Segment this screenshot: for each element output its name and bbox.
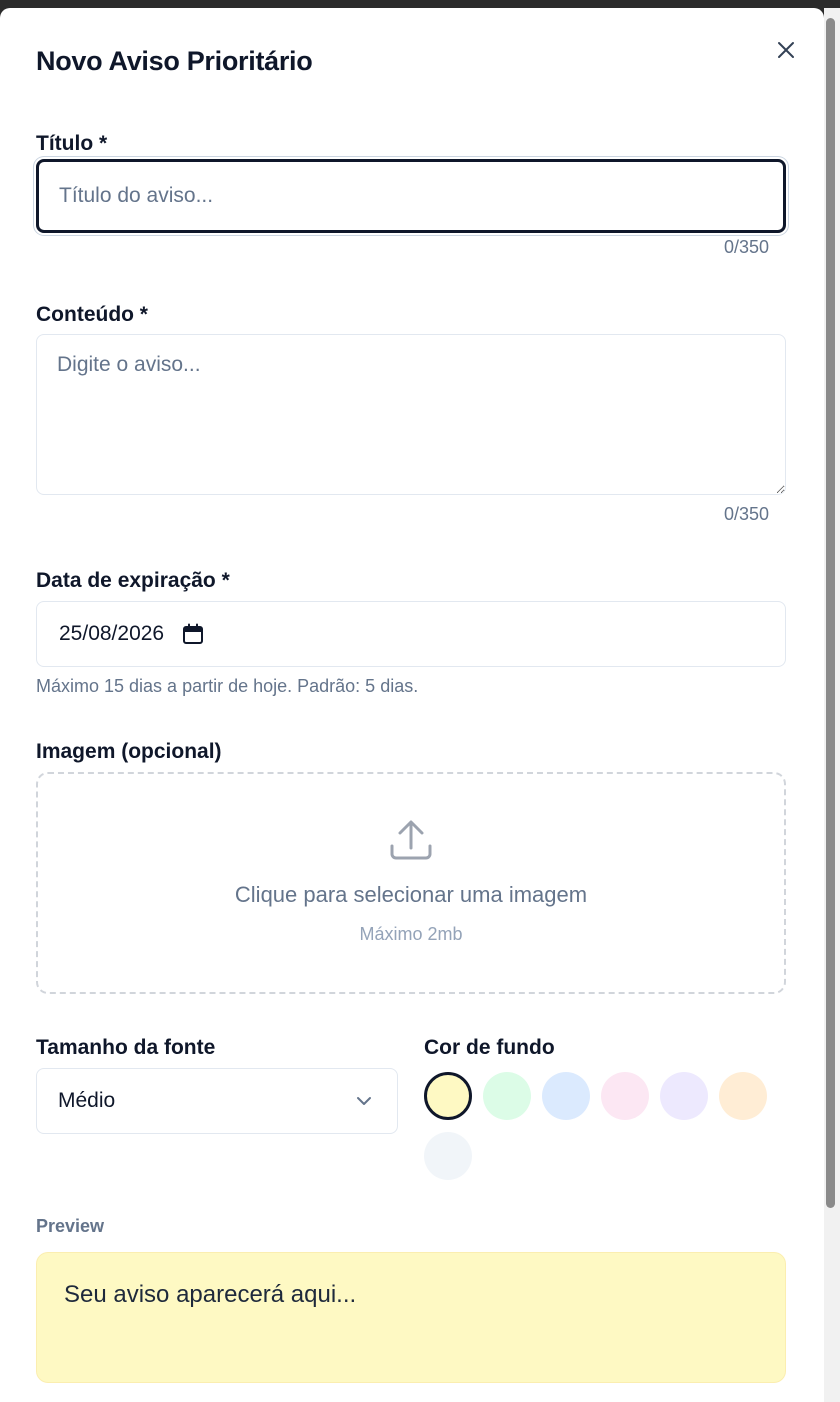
preview-box: Seu aviso aparecerá aqui... — [36, 1252, 786, 1383]
title-input[interactable] — [36, 159, 786, 233]
background-color-swatches — [424, 1072, 794, 1180]
upload-max-size: Máximo 2mb — [359, 924, 463, 944]
content-textarea[interactable] — [36, 334, 786, 495]
title-char-counter: 0/350 — [723, 237, 769, 257]
scrollbar-thumb[interactable] — [826, 18, 835, 1208]
expiration-date-value: 25/08/2026 — [59, 622, 165, 645]
upload-instruction: Clique para selecionar uma imagem — [234, 882, 588, 907]
close-icon — [778, 42, 794, 58]
expiration-field-label: Data de expiração * — [36, 569, 230, 592]
color-swatch-4[interactable] — [601, 1072, 649, 1120]
modal-title: Novo Aviso Prioritário — [36, 46, 313, 76]
expiration-date-input[interactable]: 25/08/2026 — [36, 601, 786, 667]
expiration-hint: Máximo 15 dias a partir de hoje. Padrão:… — [36, 676, 419, 696]
preview-label: Preview — [36, 1216, 105, 1236]
color-swatch-6[interactable] — [719, 1072, 767, 1120]
content-field-label: Conteúdo * — [36, 303, 148, 326]
content-char-counter: 0/350 — [723, 504, 769, 524]
font-size-label: Tamanho da fonte — [36, 1036, 216, 1059]
color-swatch-3[interactable] — [542, 1072, 590, 1120]
preview-text: Seu aviso aparecerá aqui... — [64, 1281, 357, 1308]
new-priority-notice-modal: Novo Aviso Prioritário Título * 0/350 Co… — [0, 8, 824, 1402]
close-button[interactable] — [772, 36, 800, 64]
chevron-down-icon — [357, 1097, 371, 1105]
calendar-icon[interactable] — [182, 623, 204, 645]
color-swatch-2[interactable] — [483, 1072, 531, 1120]
title-field-label: Título * — [36, 132, 108, 155]
color-swatch-1[interactable] — [424, 1072, 472, 1120]
color-swatch-5[interactable] — [660, 1072, 708, 1120]
font-size-select[interactable]: Médio — [36, 1068, 398, 1134]
color-swatch-7[interactable] — [424, 1132, 472, 1180]
upload-icon — [390, 820, 432, 860]
font-size-selected-value: Médio — [58, 1089, 116, 1112]
image-field-label: Imagem (opcional) — [36, 740, 222, 763]
image-upload-dropzone[interactable]: Clique para selecionar uma imagem Máximo… — [36, 772, 786, 994]
background-color-label: Cor de fundo — [424, 1036, 555, 1059]
